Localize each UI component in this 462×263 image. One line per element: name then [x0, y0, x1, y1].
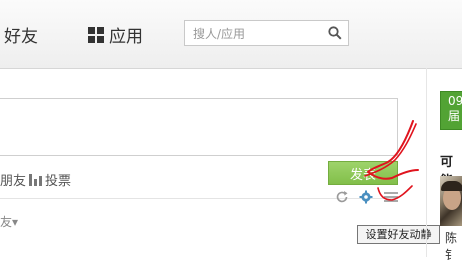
- avatar[interactable]: [440, 176, 462, 226]
- nav-apps-label: 应用: [109, 27, 143, 47]
- badge-label: 届: [448, 109, 461, 123]
- avatar-hair: [441, 181, 462, 191]
- top-navigation-bar: 好友 应用: [0, 0, 462, 69]
- status-textarea[interactable]: [0, 98, 398, 156]
- settings-tooltip: 设置好友动静: [357, 225, 440, 244]
- search-input[interactable]: [191, 22, 325, 46]
- bar-chart-icon: [29, 173, 42, 186]
- list-view-icon[interactable]: [384, 192, 398, 202]
- badge-year: 09: [448, 94, 462, 108]
- mention-friend-option[interactable]: 朋友: [0, 170, 26, 189]
- gear-icon[interactable]: [359, 190, 373, 204]
- nav-friends-link[interactable]: 好友: [4, 22, 38, 47]
- suggested-person-name[interactable]: 陈钅: [445, 229, 462, 263]
- search-icon[interactable]: [328, 26, 342, 40]
- apps-grid-icon: [88, 26, 104, 43]
- sidebar-divider: [426, 68, 427, 257]
- friends-filter-dropdown[interactable]: 友▾: [0, 213, 18, 230]
- poll-option[interactable]: 投票: [29, 170, 71, 189]
- nav-apps-link[interactable]: 应用: [88, 22, 143, 47]
- refresh-icon[interactable]: [335, 190, 349, 204]
- class-year-badge[interactable]: 09 届: [440, 91, 462, 130]
- search-box: [184, 20, 349, 46]
- poll-option-label: 投票: [45, 174, 72, 189]
- post-button[interactable]: 发表: [328, 161, 398, 185]
